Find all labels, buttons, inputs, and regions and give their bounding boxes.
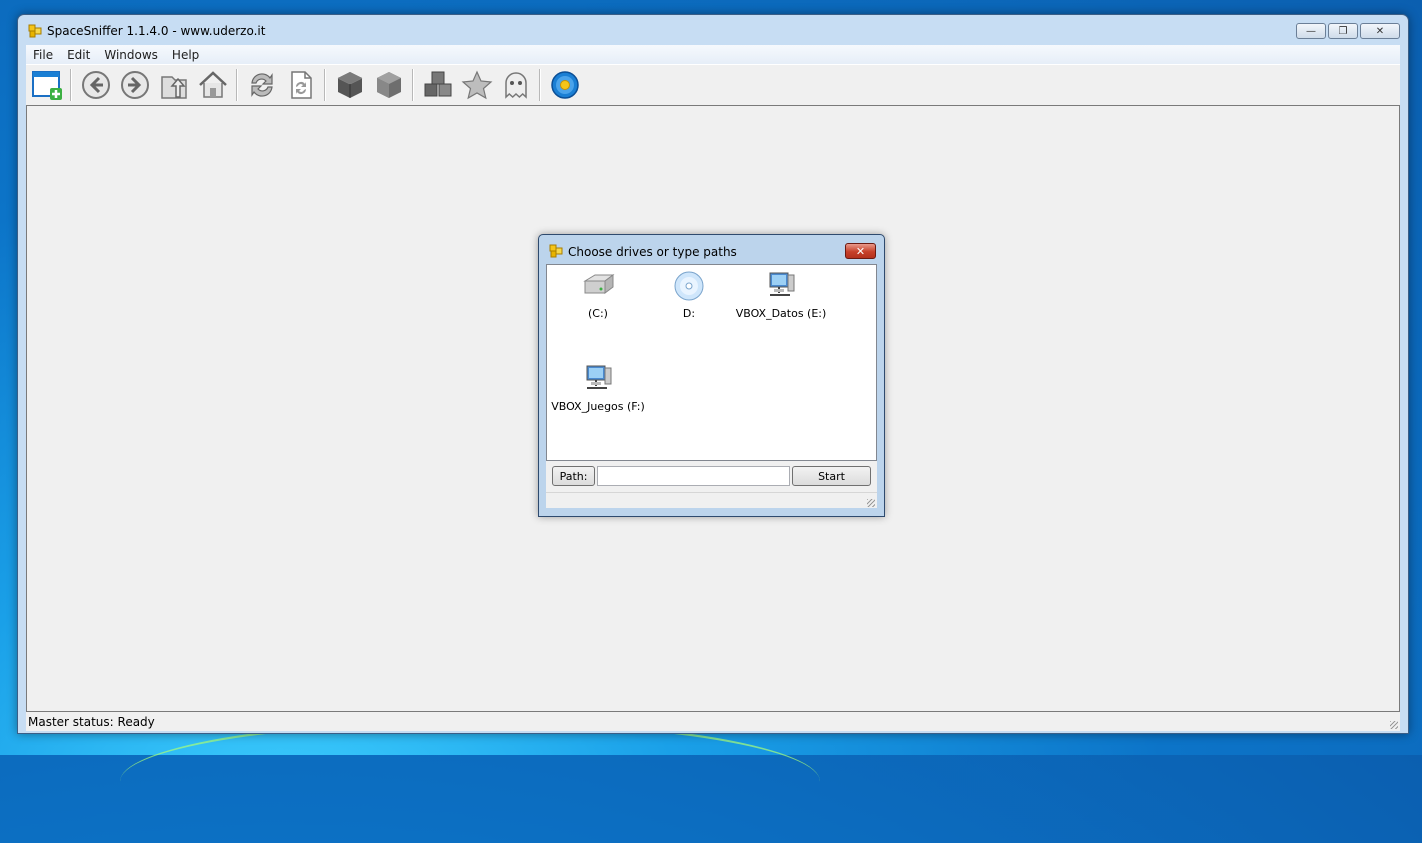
network-drive-icon (586, 365, 612, 389)
back-button[interactable] (78, 67, 114, 103)
up-button[interactable] (156, 67, 192, 103)
drive-item-e[interactable]: VBOX_Datos (E:) (733, 271, 829, 320)
drive-list: (C:) D: VBOX_Datos (E:) VBOX_Juegos (F:) (546, 264, 877, 461)
ghost-button[interactable] (498, 67, 534, 103)
toolbar-separator (412, 69, 414, 101)
toolbar-separator (539, 69, 541, 101)
dialog-body: (C:) D: VBOX_Datos (E:) VBOX_Juegos (F:)… (546, 264, 877, 508)
star-icon (461, 70, 493, 100)
drive-label: VBOX_Datos (E:) (735, 307, 827, 320)
toolbar (26, 64, 1400, 106)
home-button[interactable] (195, 67, 231, 103)
flower-icon (551, 71, 579, 99)
refresh-icon (251, 73, 273, 97)
drive-label: D: (682, 307, 696, 320)
minimize-button[interactable]: — (1296, 23, 1326, 39)
drive-item-d[interactable]: D: (641, 271, 737, 320)
refresh-document-icon (291, 71, 312, 99)
menu-windows[interactable]: Windows (97, 48, 165, 62)
cube-dark-button[interactable] (332, 67, 368, 103)
forward-icon (121, 71, 149, 99)
toolbar-separator (236, 69, 238, 101)
path-button[interactable]: Path: (552, 466, 595, 486)
window-title: SpaceSniffer 1.1.4.0 - www.uderzo.it (47, 24, 266, 38)
home-icon (199, 71, 227, 98)
start-button[interactable]: Start (792, 466, 871, 486)
dialog-title: Choose drives or type paths (568, 245, 737, 259)
hard-drive-icon (583, 274, 615, 294)
refresh-button[interactable] (244, 67, 280, 103)
dialog-resize-grip[interactable] (867, 499, 875, 507)
refresh-document-button[interactable] (283, 67, 319, 103)
cube-grey-icon (377, 72, 401, 98)
status-bar: Master status: Ready (26, 712, 1400, 731)
up-icon (161, 76, 187, 99)
menu-file[interactable]: File (26, 48, 60, 62)
menu-help[interactable]: Help (165, 48, 206, 62)
toolbar-separator (324, 69, 326, 101)
dialog-close-button[interactable]: ✕ (845, 243, 876, 259)
cube-grey-button[interactable] (371, 67, 407, 103)
title-bar[interactable]: SpaceSniffer 1.1.4.0 - www.uderzo.it — ❐… (18, 15, 1408, 45)
dialog-app-icon (549, 244, 563, 258)
menu-bar: File Edit Windows Help (26, 45, 1400, 64)
cubes-icon (424, 71, 452, 97)
path-row: Path: Start (552, 466, 872, 488)
drive-label: VBOX_Juegos (F:) (551, 400, 645, 413)
forward-button[interactable] (117, 67, 153, 103)
menu-edit[interactable]: Edit (60, 48, 97, 62)
close-button[interactable]: ✕ (1360, 23, 1400, 39)
drive-item-f[interactable]: VBOX_Juegos (F:) (550, 364, 646, 413)
optical-drive-icon (674, 271, 704, 301)
restore-button[interactable]: ❐ (1328, 23, 1358, 39)
drive-item-c[interactable]: (C:) (550, 271, 646, 320)
flower-button[interactable] (547, 67, 583, 103)
back-icon (82, 71, 110, 99)
ghost-icon (505, 72, 527, 99)
choose-drives-dialog: Choose drives or type paths ✕ (C:) D: VB… (538, 234, 885, 517)
master-status: Master status: Ready (28, 714, 155, 729)
network-drive-icon (769, 272, 795, 296)
drive-label: (C:) (588, 307, 608, 320)
cubes-button[interactable] (420, 67, 456, 103)
app-icon (28, 24, 42, 38)
toolbar-separator (70, 69, 72, 101)
new-window-button[interactable] (29, 67, 65, 103)
new-window-icon (32, 71, 62, 100)
path-input[interactable] (597, 466, 790, 486)
desktop-background (120, 720, 820, 843)
resize-grip[interactable] (1390, 721, 1398, 729)
dialog-status-bar (546, 492, 877, 509)
star-button[interactable] (459, 67, 495, 103)
cube-dark-icon (337, 72, 363, 98)
